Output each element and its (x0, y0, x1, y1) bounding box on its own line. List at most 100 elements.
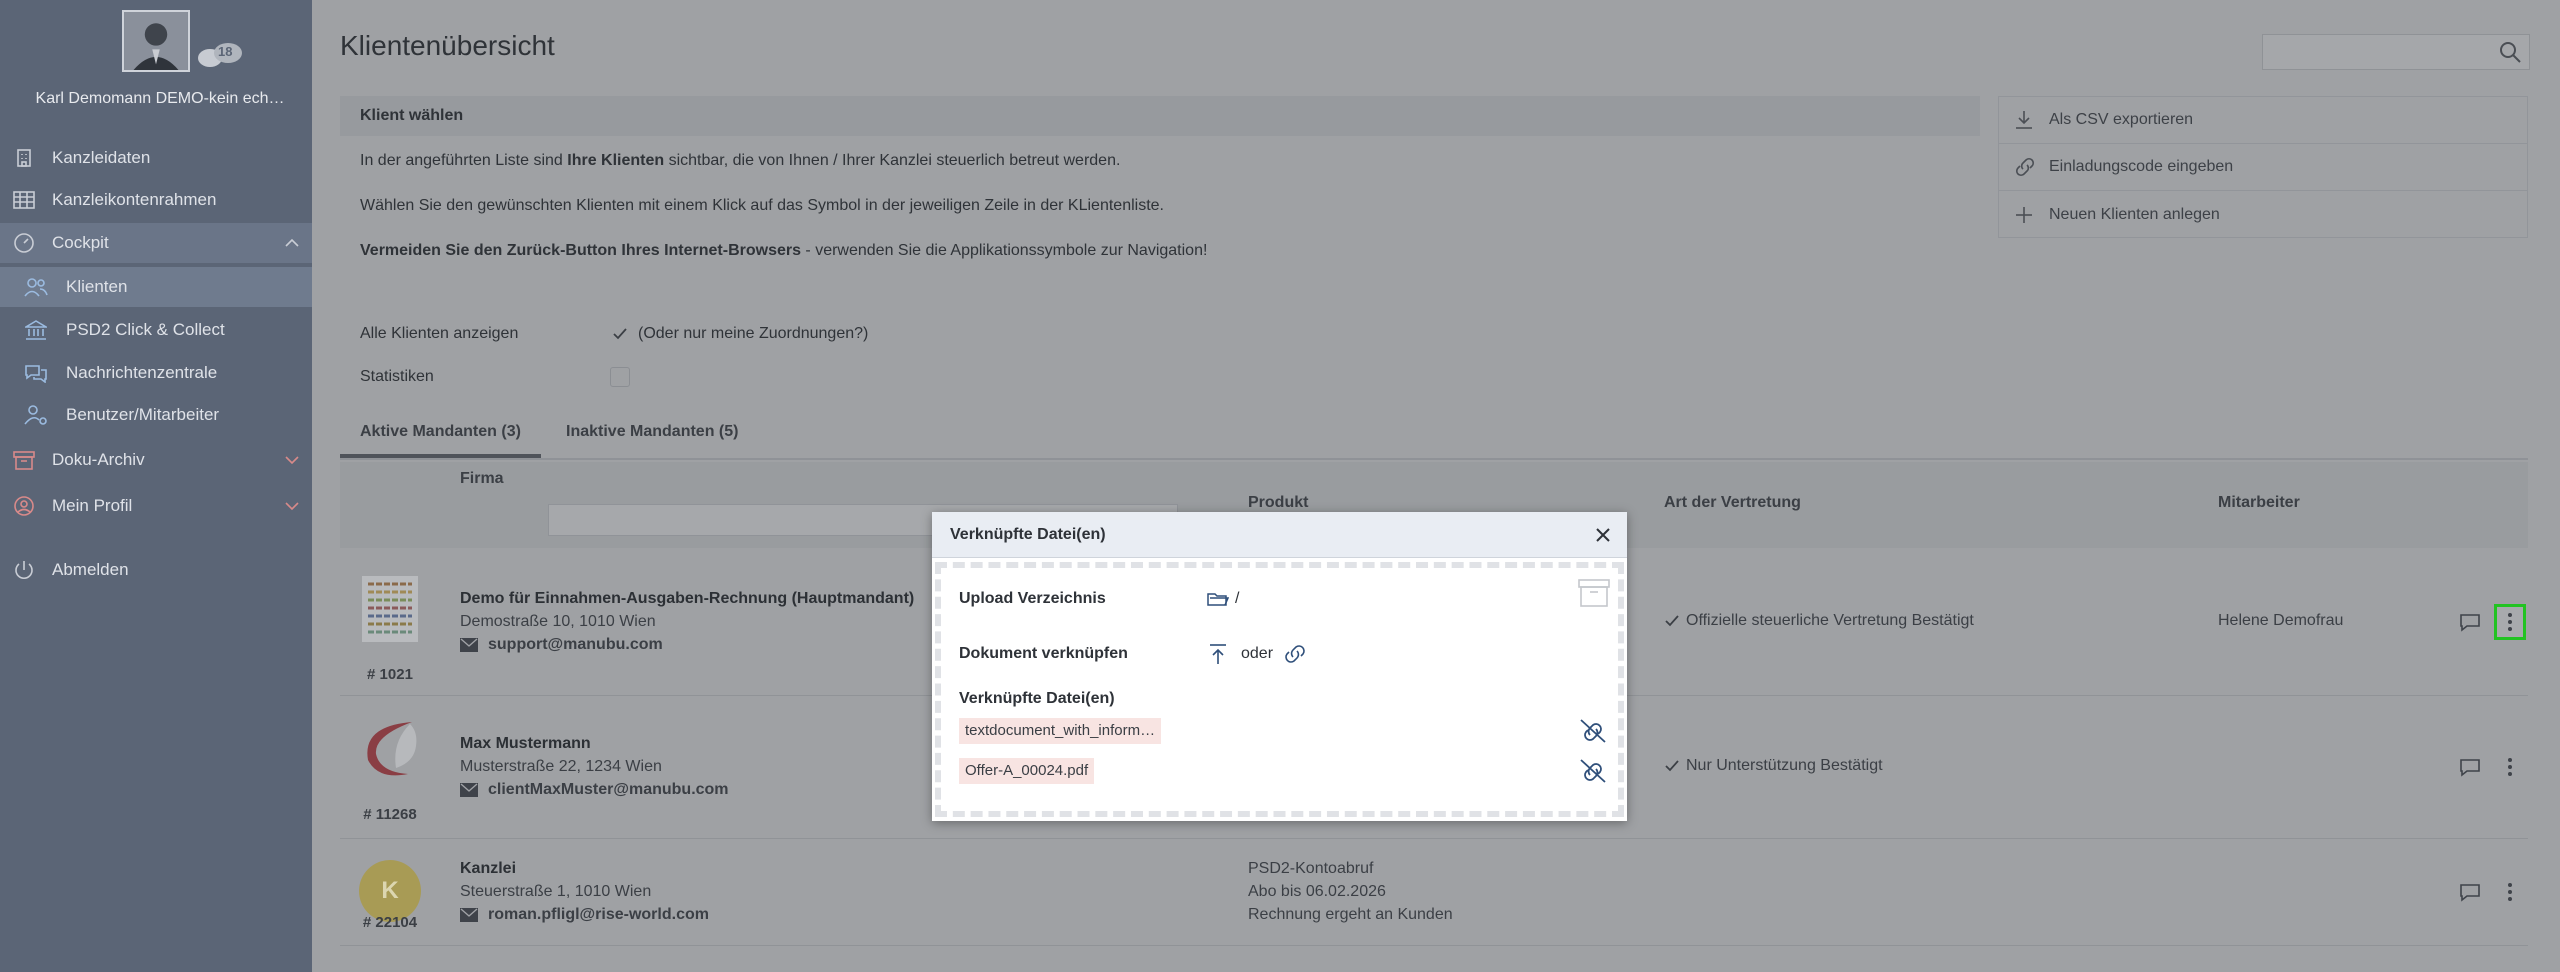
nav-psd2[interactable]: PSD2 Click & Collect (0, 310, 312, 350)
linked-file-item[interactable]: Offer-A_00024.pdf (959, 758, 1095, 784)
upload-icon[interactable] (1207, 642, 1229, 666)
comment-icon[interactable] (2458, 756, 2482, 778)
client-logo (350, 705, 430, 795)
tab-inactive-clients[interactable]: Inaktive Mandanten (5) (546, 414, 758, 458)
page-title: Klientenübersicht (340, 30, 555, 61)
modal-header: Verknüpfte Datei(en) (932, 512, 1627, 558)
users-icon (24, 275, 48, 299)
nav-benutzer[interactable]: Benutzer/Mitarbeiter (0, 395, 312, 435)
vertretung-cell: Offizielle steuerliche Vertretung Bestät… (1664, 612, 1974, 630)
upload-label: Upload Verzeichnis (959, 590, 1106, 607)
client-email[interactable]: support@manubu.com (460, 636, 663, 654)
table-row[interactable]: K # 22104 Kanzlei Steuerstraße 1, 1010 W… (340, 840, 2528, 946)
nav-label: Kanzleikontenrahmen (52, 190, 217, 209)
info-line-1: In der angeführten Liste sind Ihre Klien… (360, 152, 1120, 170)
drop-zone[interactable]: Upload Verzeichnis / Dokument verknüpfen… (935, 562, 1624, 817)
nav-klienten[interactable]: Klienten (0, 267, 312, 307)
info-line-3: Vermeiden Sie den Zurück-Button Ihres In… (360, 242, 1207, 260)
nav-label: Doku-Archiv (52, 450, 145, 469)
chevron-down-icon[interactable] (282, 496, 302, 516)
mail-icon (460, 783, 478, 797)
export-csv-button[interactable]: Als CSV exportieren (1999, 97, 2527, 144)
client-email[interactable]: clientMaxMuster@manubu.com (460, 781, 729, 799)
option-label: Alle Klienten anzeigen (360, 325, 519, 342)
row-actions (2458, 874, 2526, 910)
statistics-checkbox[interactable] (610, 367, 630, 387)
chevron-up-icon[interactable] (282, 233, 302, 253)
client-address: Demostraße 10, 1010 Wien (460, 613, 656, 630)
all-clients-checkbox[interactable] (610, 324, 630, 344)
client-name: Max Mustermann (460, 735, 591, 752)
nav-kanzleikontenrahmen[interactable]: Kanzleikontenrahmen (0, 180, 312, 220)
info-bold: Vermeiden Sie den Zurück-Button Ihres In… (360, 242, 801, 259)
more-options-button[interactable] (2494, 749, 2526, 785)
row-actions (2458, 749, 2526, 785)
avatar[interactable] (122, 10, 190, 72)
new-client-button[interactable]: Neuen Klienten anlegen (1999, 191, 2527, 238)
action-label: Als CSV exportieren (2049, 111, 2194, 128)
nav-cockpit[interactable]: Cockpit (0, 223, 312, 263)
folder-icon (1207, 593, 1229, 606)
search-icon[interactable] (2499, 41, 2521, 63)
unlink-icon[interactable] (1578, 718, 1608, 744)
invite-code-button[interactable]: Einladungscode eingeben (1999, 144, 2527, 191)
comment-icon[interactable] (2458, 611, 2482, 633)
search-input[interactable] (2263, 35, 2483, 69)
kebab-menu-icon (2508, 758, 2512, 776)
nav-label: Nachrichtenzentrale (66, 363, 218, 382)
produkt-line: Abo bis 06.02.2026 (1248, 883, 1386, 900)
action-label: Einladungscode eingeben (2049, 158, 2234, 175)
more-options-button[interactable] (2494, 604, 2526, 640)
unlink-icon[interactable] (1578, 758, 1608, 784)
linked-file-item[interactable]: textdocument_with_inform… (959, 718, 1162, 744)
close-icon[interactable] (1593, 525, 1613, 545)
archive-box-icon[interactable] (1578, 578, 1610, 608)
nav-label: Abmelden (52, 560, 129, 579)
client-logo (350, 564, 430, 654)
client-number: # 22104 (362, 914, 418, 931)
nav-nachrichtenzentrale[interactable]: Nachrichtenzentrale (0, 353, 312, 393)
bank-icon (24, 318, 48, 342)
info-panel: Klient wählen In der angeführten Liste s… (340, 96, 1980, 276)
plus-icon (2013, 204, 2035, 226)
column-vertretung[interactable]: Art der Vertretung (1664, 494, 1801, 512)
column-produkt[interactable]: Produkt (1248, 494, 1308, 512)
client-number: # 1021 (367, 666, 413, 683)
upload-directory-value[interactable]: / (1207, 590, 1239, 608)
modal-title: Verknüpfte Datei(en) (950, 525, 1106, 543)
link-icon (2013, 156, 2035, 178)
info-bold: Ihre Klienten (567, 152, 665, 169)
nav-label: Mein Profil (52, 496, 133, 515)
linked-files-heading-row: Verknüpfte Datei(en) (959, 690, 1207, 708)
column-firma[interactable]: Firma (460, 470, 504, 488)
nav-label: Benutzer/Mitarbeiter (66, 405, 220, 424)
chat-count-badge[interactable]: 18 (196, 40, 246, 72)
user-name[interactable]: Karl Demomann DEMO-kein ech… (20, 90, 300, 108)
nav-abmelden[interactable]: Abmelden (0, 550, 312, 590)
nav-kanzleidaten[interactable]: Kanzleidaten (0, 138, 312, 178)
mail-icon (460, 908, 478, 922)
link-icon[interactable] (1281, 642, 1309, 666)
client-email[interactable]: roman.pfligl@rise-world.com (460, 906, 709, 924)
download-icon (2013, 109, 2035, 131)
option-all-clients: Alle Klienten anzeigen (Oder nur meine Z… (360, 324, 868, 344)
nav-mein-profil[interactable]: Mein Profil (0, 486, 312, 526)
option-note: (Oder nur meine Zuordnungen?) (638, 325, 869, 342)
action-label: Neuen Klienten anlegen (2049, 205, 2220, 223)
info-text: In der angeführten Liste sind (360, 152, 568, 169)
client-name: Demo für Einnahmen-Ausgaben-Rechnung (Ha… (460, 590, 915, 607)
main-content: Klientenübersicht Klient wählen In der a… (312, 0, 2560, 972)
power-icon (12, 558, 36, 582)
column-mitarbeiter[interactable]: Mitarbeiter (2218, 494, 2300, 512)
nav-doku-archiv[interactable]: Doku-Archiv (0, 440, 312, 480)
tab-active-clients[interactable]: Aktive Mandanten (3) (340, 414, 541, 458)
search-field[interactable] (2262, 34, 2530, 70)
link-document-row: Dokument verknüpfen oder (959, 642, 1309, 666)
tab-bar: Aktive Mandanten (3) Inaktive Mandanten … (340, 414, 2528, 460)
comment-icon[interactable] (2458, 881, 2482, 903)
more-options-button[interactable] (2494, 874, 2526, 910)
user-gear-icon (24, 403, 48, 427)
ledger-icon (362, 576, 418, 642)
chevron-down-icon[interactable] (282, 450, 302, 470)
actions-panel: Als CSV exportieren Einladungscode einge… (1998, 96, 2528, 238)
